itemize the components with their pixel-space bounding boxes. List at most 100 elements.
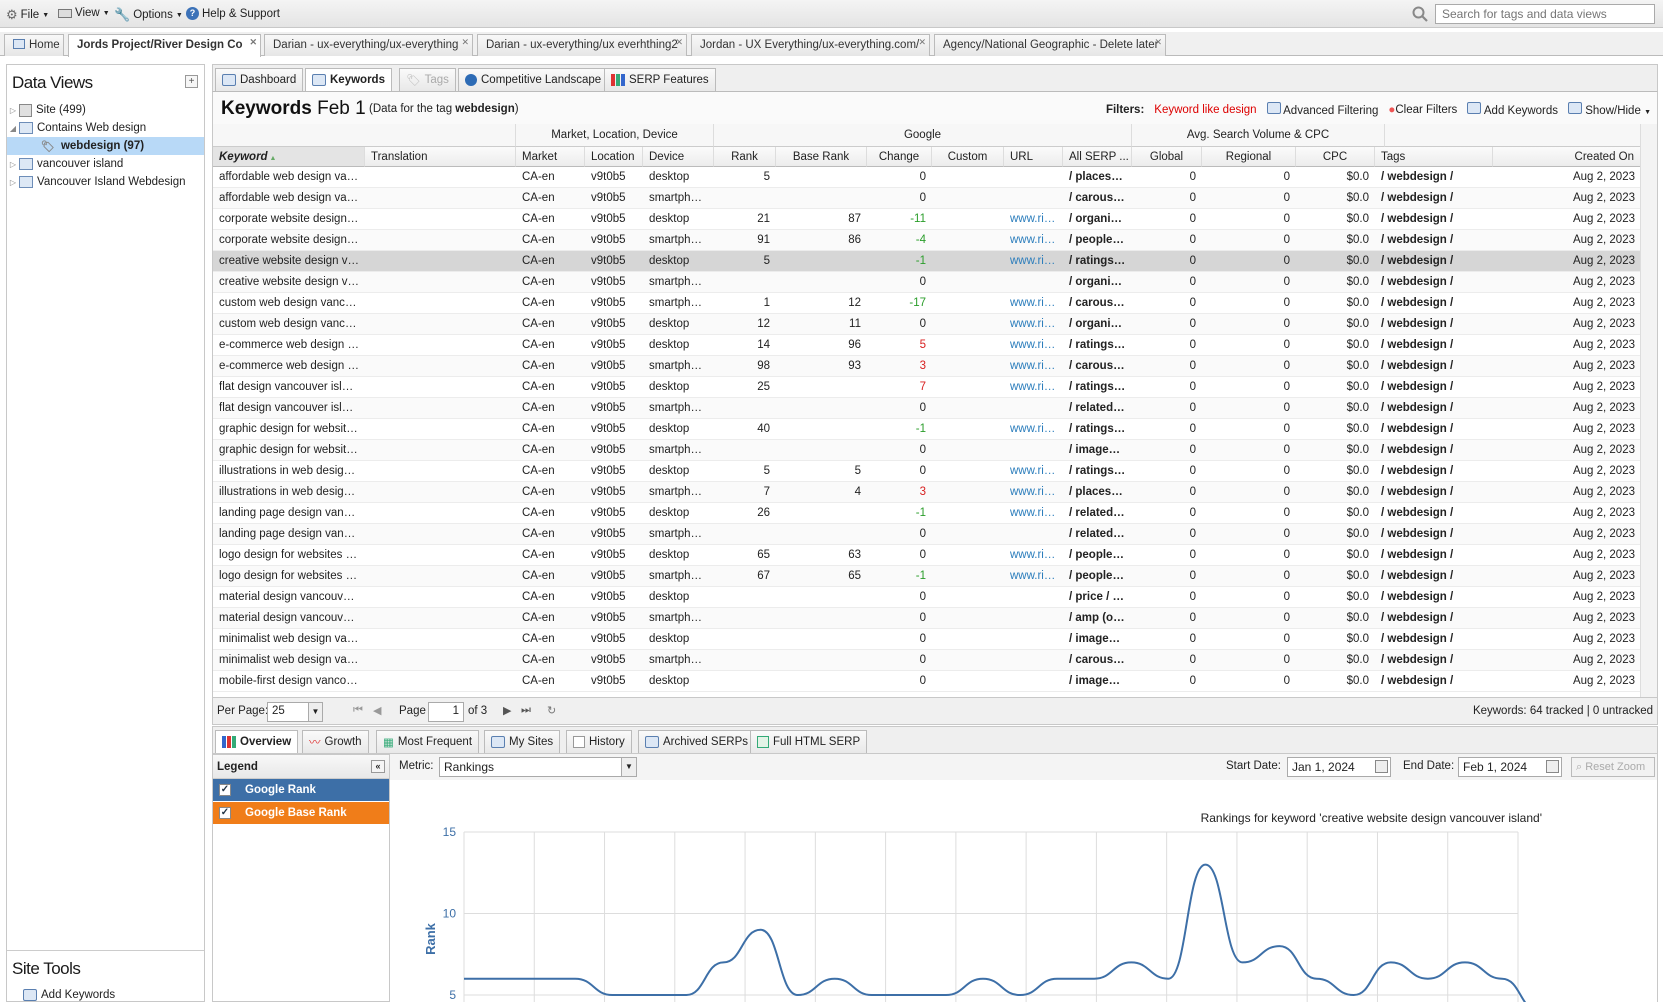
active-filter[interactable]: Keyword like design bbox=[1154, 104, 1256, 116]
close-icon[interactable]: ✕ bbox=[918, 37, 926, 48]
start-date-input[interactable]: Jan 1, 2024 bbox=[1287, 757, 1391, 777]
add-keywords-button[interactable]: Add Keywords bbox=[1467, 102, 1558, 117]
column-header-tags[interactable]: Tags bbox=[1375, 147, 1493, 167]
metric-select[interactable]: Rankings ▼ bbox=[439, 757, 637, 777]
column-header-cpc[interactable]: CPC bbox=[1296, 147, 1375, 167]
search-icon[interactable] bbox=[1412, 6, 1428, 22]
calendar-icon[interactable] bbox=[1546, 760, 1559, 773]
cell-url[interactable] bbox=[1004, 629, 1063, 650]
table-row[interactable]: logo design for websites v... CA-en v9t0b5… bbox=[213, 566, 1640, 587]
legend-google-base-rank[interactable]: ✓ Google Base Rank bbox=[213, 802, 389, 825]
collapse-icon[interactable]: ◢ bbox=[7, 124, 19, 133]
column-header-global[interactable]: Global bbox=[1132, 147, 1202, 167]
column-header-location[interactable]: Location bbox=[585, 147, 643, 167]
column-header-regional[interactable]: Regional bbox=[1202, 147, 1296, 167]
table-row[interactable]: creative website design va... CA-en v9t0b5… bbox=[213, 251, 1640, 272]
reset-zoom-button[interactable]: ⌕ Reset Zoom bbox=[1571, 757, 1655, 777]
tab-darian-2[interactable]: Darian - ux-everything/ux everhthing2 ✕ bbox=[477, 34, 687, 56]
table-row[interactable]: corporate website design v... CA-en v9t0b5… bbox=[213, 209, 1640, 230]
last-page-icon[interactable]: ⏭ bbox=[521, 704, 531, 717]
tab-most-frequent[interactable]: ▦ Most Frequent bbox=[376, 730, 480, 753]
table-row[interactable]: mobile-first design vancou... CA-en v9t0b5… bbox=[213, 671, 1640, 692]
cell-url[interactable] bbox=[1004, 671, 1063, 692]
close-icon[interactable]: ✕ bbox=[249, 37, 257, 48]
cell-url[interactable] bbox=[1004, 608, 1063, 629]
tab-darian-1[interactable]: Darian - ux-everything/ux-everything ✕ bbox=[264, 34, 473, 56]
page-input[interactable]: 1 bbox=[428, 702, 464, 722]
column-header-created-on[interactable]: Created On bbox=[1493, 147, 1640, 167]
tab-tags[interactable]: 🏷 Tags bbox=[399, 68, 456, 91]
column-header-url[interactable]: URL bbox=[1004, 147, 1063, 167]
cell-url[interactable] bbox=[1004, 650, 1063, 671]
expand-icon[interactable]: ▷ bbox=[7, 160, 19, 169]
table-row[interactable]: affordable web design van... CA-en v9t0b5 s… bbox=[213, 188, 1640, 209]
table-row[interactable]: material design vancouver... CA-en v9t0b5 s… bbox=[213, 608, 1640, 629]
table-row[interactable]: creative website design va... CA-en v9t0b5… bbox=[213, 272, 1640, 293]
expand-icon[interactable]: ▷ bbox=[7, 106, 19, 115]
table-row[interactable]: landing page design vanco... CA-en v9t0b5 s… bbox=[213, 524, 1640, 545]
options-menu[interactable]: 🔧 Options ▼ bbox=[114, 7, 183, 23]
cell-url[interactable] bbox=[1004, 188, 1063, 209]
tree-item-vancouver-island[interactable]: ▷ vancouver island bbox=[7, 155, 204, 173]
cell-url[interactable]: www.riv... bbox=[1004, 314, 1063, 335]
tree-item-site[interactable]: ▷ Site (499) bbox=[7, 101, 204, 119]
cell-url[interactable]: www.riv... bbox=[1004, 335, 1063, 356]
file-menu[interactable]: ⚙ File ▼ bbox=[6, 7, 49, 23]
show-hide-button[interactable]: Show/Hide ▼ bbox=[1568, 102, 1651, 117]
table-row[interactable]: graphic design for website... CA-en v9t0b5… bbox=[213, 440, 1640, 461]
tab-archived-serps[interactable]: Archived SERPs bbox=[638, 730, 756, 753]
search-input[interactable] bbox=[1435, 4, 1655, 24]
table-row[interactable]: illustrations in web design ... CA-en v9t0… bbox=[213, 482, 1640, 503]
checkbox-icon[interactable]: ✓ bbox=[219, 784, 231, 796]
cell-url[interactable] bbox=[1004, 587, 1063, 608]
cell-url[interactable]: www.riv... bbox=[1004, 545, 1063, 566]
cell-url[interactable]: www.riv... bbox=[1004, 293, 1063, 314]
calendar-icon[interactable] bbox=[1375, 760, 1388, 773]
table-row[interactable]: minimalist web design van... CA-en v9t0b5 d… bbox=[213, 629, 1640, 650]
tab-jordan[interactable]: Jordan - UX Everything/ux-everything.com… bbox=[691, 34, 930, 56]
tab-jords-project[interactable]: Jords Project/River Design Co ✕ bbox=[68, 34, 261, 57]
column-header-base-rank[interactable]: Base Rank bbox=[776, 147, 867, 167]
table-row[interactable]: e-commerce web design v... CA-en v9t0b5 sma… bbox=[213, 356, 1640, 377]
clear-filters-button[interactable]: ●Clear Filters bbox=[1388, 104, 1457, 116]
table-row[interactable]: custom web design vanco... CA-en v9t0b5 des… bbox=[213, 314, 1640, 335]
column-header-rank[interactable]: Rank bbox=[714, 147, 776, 167]
cell-url[interactable]: www.riv... bbox=[1004, 566, 1063, 587]
table-row[interactable]: landing page design vanco... CA-en v9t0b5 d… bbox=[213, 503, 1640, 524]
close-icon[interactable]: ✕ bbox=[1154, 37, 1162, 48]
close-icon[interactable]: ✕ bbox=[675, 37, 683, 48]
cell-url[interactable]: www.riv... bbox=[1004, 482, 1063, 503]
cell-url[interactable] bbox=[1004, 272, 1063, 293]
collapse-left-icon[interactable]: « bbox=[371, 760, 385, 773]
cell-url[interactable]: www.riv... bbox=[1004, 356, 1063, 377]
tab-overview[interactable]: Overview bbox=[215, 730, 299, 753]
prev-page-icon[interactable]: ◀ bbox=[373, 704, 381, 717]
table-row[interactable]: illustrations in web design ... CA-en v9t0… bbox=[213, 461, 1640, 482]
legend-google-rank[interactable]: ✓ Google Rank bbox=[213, 779, 389, 802]
cell-url[interactable] bbox=[1004, 524, 1063, 545]
tab-dashboard[interactable]: Dashboard bbox=[215, 68, 304, 91]
refresh-icon[interactable]: ↻ bbox=[547, 704, 556, 717]
tab-home[interactable]: Home bbox=[4, 34, 64, 56]
tab-agency[interactable]: Agency/National Geographic - Delete late… bbox=[934, 34, 1166, 56]
tab-serp-features[interactable]: SERP Features bbox=[604, 68, 716, 91]
tree-item-contains-web-design[interactable]: ◢ Contains Web design bbox=[7, 119, 204, 137]
cell-url[interactable]: www.riv... bbox=[1004, 377, 1063, 398]
column-header-custom[interactable]: Custom bbox=[932, 147, 1004, 167]
table-row[interactable]: corporate website design v... CA-en v9t0b5… bbox=[213, 230, 1640, 251]
cell-url[interactable]: www.riv... bbox=[1004, 503, 1063, 524]
table-row[interactable]: flat design vancouver island CA-en v9t0b5 s… bbox=[213, 398, 1640, 419]
cell-url[interactable] bbox=[1004, 167, 1063, 188]
add-keywords-tool[interactable]: Add Keywords bbox=[23, 989, 115, 1001]
expand-icon[interactable]: ▷ bbox=[7, 178, 19, 187]
column-header-change[interactable]: Change bbox=[867, 147, 932, 167]
column-header-all-serp[interactable]: All SERP ... bbox=[1063, 147, 1132, 167]
cell-url[interactable]: www.riv... bbox=[1004, 230, 1063, 251]
tab-keywords[interactable]: Keywords bbox=[305, 68, 392, 91]
tab-full-html-serp[interactable]: Full HTML SERP bbox=[750, 730, 868, 753]
grid-scrollbar[interactable] bbox=[1640, 124, 1658, 697]
advanced-filtering-button[interactable]: Advanced Filtering bbox=[1266, 102, 1378, 117]
table-row[interactable]: e-commerce web design v... CA-en v9t0b5 des… bbox=[213, 335, 1640, 356]
view-menu[interactable]: View ▼ bbox=[58, 7, 110, 19]
next-page-icon[interactable]: ▶ bbox=[503, 704, 511, 717]
